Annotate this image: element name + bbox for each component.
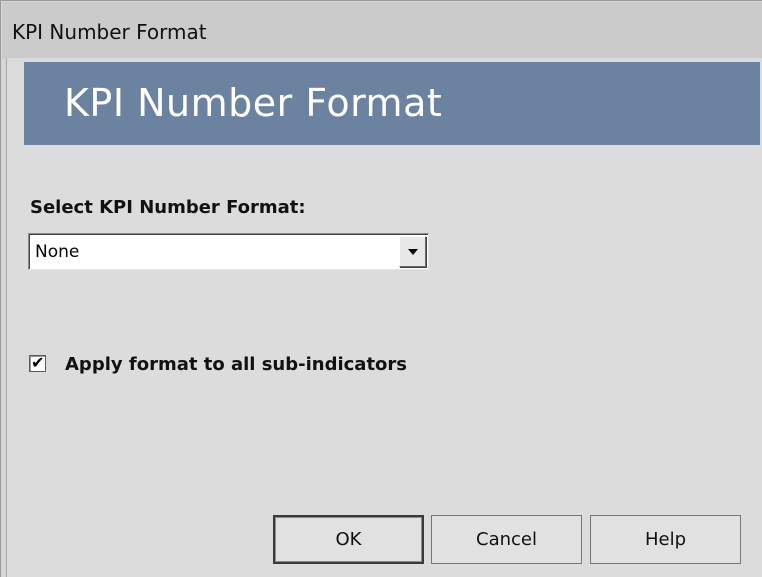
banner-title: KPI Number Format: [64, 81, 443, 125]
header-banner: KPI Number Format: [24, 62, 760, 145]
dialog-window: KPI Number Format KPI Number Format Sele…: [0, 0, 762, 577]
dialog-content: KPI Number Format Select KPI Number Form…: [6, 58, 762, 577]
ok-button[interactable]: OK: [273, 515, 424, 564]
title-bar[interactable]: KPI Number Format: [2, 2, 762, 58]
number-format-value: None: [35, 242, 80, 262]
help-button[interactable]: Help: [590, 515, 741, 564]
apply-sub-indicators-checkbox[interactable]: ✔: [29, 353, 46, 372]
format-select-label: Select KPI Number Format:: [30, 197, 306, 218]
apply-sub-indicators-label[interactable]: Apply format to all sub-indicators: [65, 354, 407, 375]
cancel-button[interactable]: Cancel: [431, 515, 582, 564]
dropdown-arrow-icon[interactable]: [399, 236, 426, 267]
window-title: KPI Number Format: [12, 20, 207, 44]
number-format-select[interactable]: None: [28, 233, 429, 270]
checkmark-icon: ✔: [31, 353, 45, 372]
